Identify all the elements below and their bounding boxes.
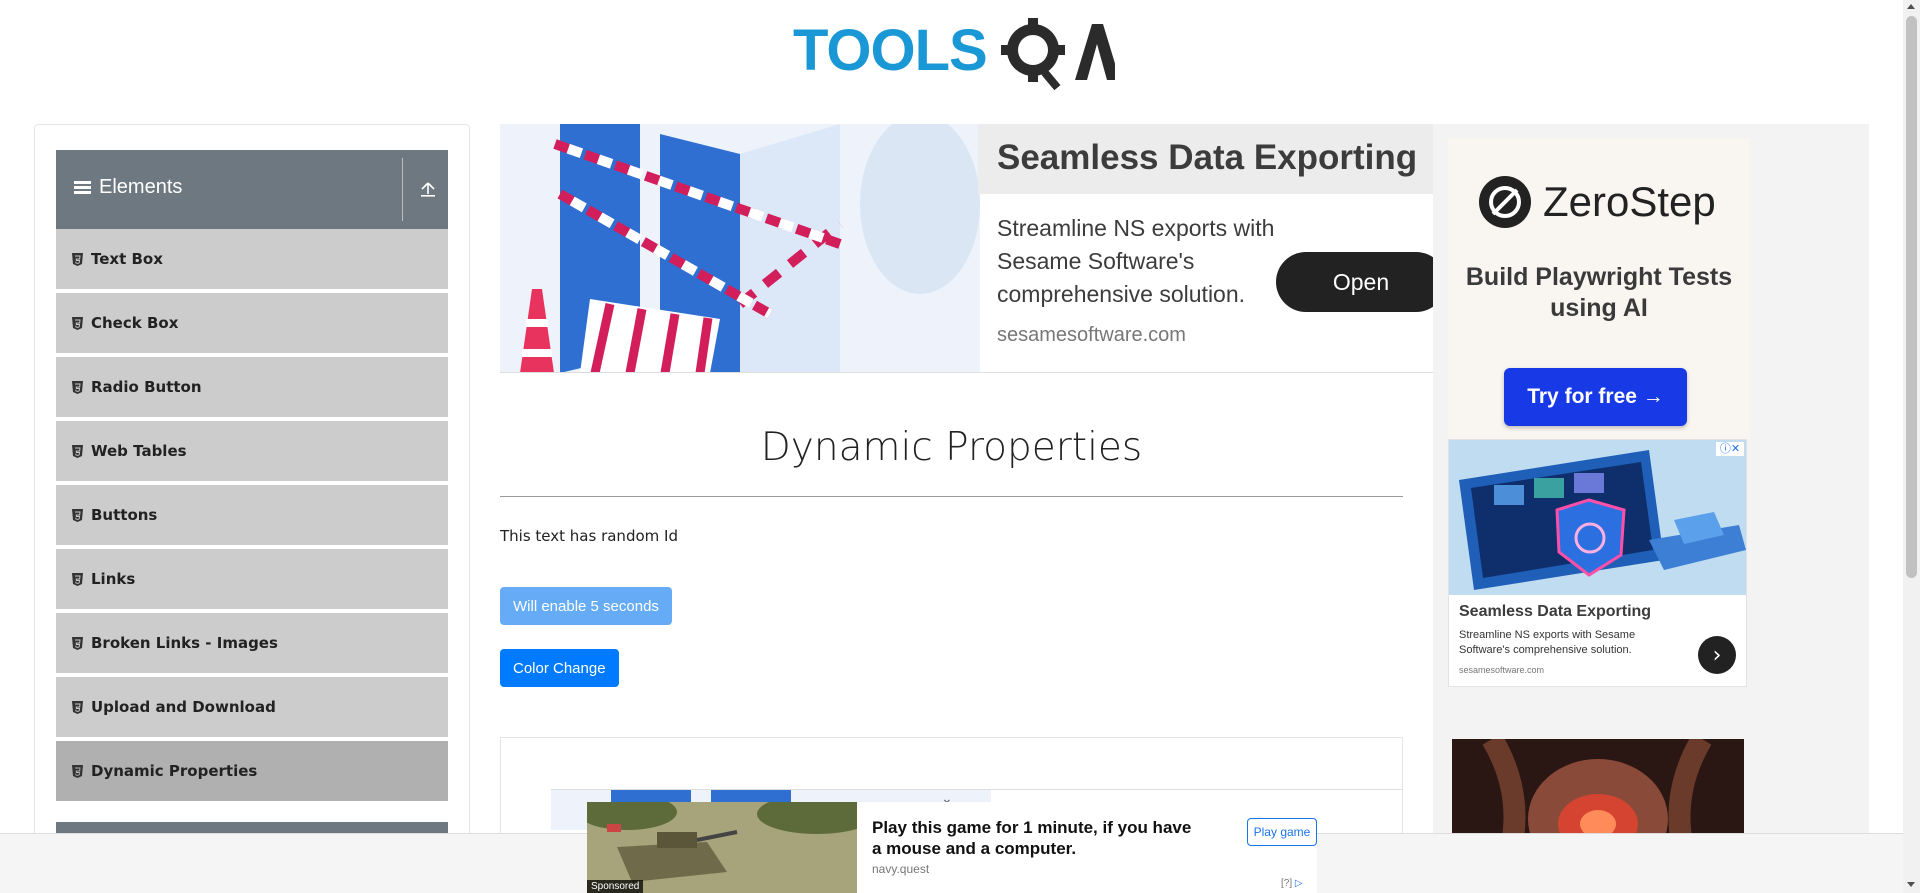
sidebar-item-label: Dynamic Properties	[91, 762, 258, 780]
play-game-button[interactable]: Play game	[1247, 818, 1317, 846]
html5-icon	[72, 444, 83, 458]
logo-qa-gear-icon	[1001, 18, 1115, 90]
enable-after-button[interactable]: Will enable 5 seconds	[500, 587, 672, 625]
banner-ad[interactable]: Seamless Data Exporting Streamline NS ex…	[500, 124, 1446, 373]
sidebar-item-links[interactable]: Links	[56, 549, 448, 611]
toolsqa-logo[interactable]: TOOLS	[793, 16, 1115, 90]
card-next-icon[interactable]: ›	[1698, 636, 1736, 674]
html5-icon	[72, 316, 83, 330]
sidebar-item-label: Check Box	[91, 314, 179, 332]
html5-icon	[72, 508, 83, 522]
header-divider	[402, 158, 403, 221]
zerostep-logo: ZeroStep	[1479, 176, 1716, 228]
banner-domain[interactable]: sesamesoftware.com	[997, 324, 1186, 347]
banner-headline: Seamless Data Exporting	[997, 138, 1418, 177]
banner-illustration	[500, 124, 980, 372]
sidebar-item-broken-links[interactable]: Broken Links - Images	[56, 613, 448, 675]
banner-body: Streamline NS exports with Sesame Softwa…	[997, 215, 1275, 307]
zerostep-subtitle: Build Playwright Tests using AI	[1465, 263, 1733, 322]
sidebar-item-label: Radio Button	[91, 378, 202, 396]
sidebar-item-buttons[interactable]: Buttons	[56, 485, 448, 547]
adchoices-icon: ▷	[1294, 878, 1303, 889]
sticky-ad[interactable]: Sponsored Play this game for 1 minute, i…	[587, 802, 1317, 893]
random-id-text: This text has random Id	[500, 527, 678, 545]
group-title: Elements	[74, 176, 182, 199]
sidebar-item-label: Upload and Download	[91, 698, 276, 716]
page-scrollbar[interactable]	[1903, 0, 1920, 893]
scroll-thumb[interactable]	[1906, 16, 1917, 578]
scroll-up-icon[interactable]	[1907, 4, 1915, 9]
sidebar-item-label: Text Box	[91, 250, 163, 268]
right-ad-column: ZeroStep Build Playwright Tests using AI…	[1433, 124, 1869, 844]
hamburger-icon	[74, 181, 91, 194]
sidebar-item-label: Links	[91, 570, 136, 588]
card-body: Streamline NS exports with Sesame Softwa…	[1459, 629, 1636, 656]
zerostep-ad[interactable]: ZeroStep Build Playwright Tests using AI…	[1448, 138, 1750, 440]
banner-open-button[interactable]: Open	[1276, 252, 1446, 312]
laptop-security-illustration	[1449, 440, 1746, 595]
try-for-free-button[interactable]: Try for free →	[1504, 368, 1687, 426]
sticky-ad-headline: Play this game for 1 minute, if you have…	[872, 818, 1192, 858]
html5-icon	[72, 252, 83, 266]
card-domain: sesamesoftware.com	[1459, 665, 1545, 675]
group-header-elements[interactable]: Elements	[56, 150, 448, 229]
html5-icon	[72, 764, 83, 778]
zerostep-logo-icon	[1479, 176, 1531, 228]
sticky-ad-domain: navy.quest	[872, 862, 930, 876]
title-divider	[500, 496, 1403, 497]
knee-pain-ad-image[interactable]	[1452, 739, 1744, 844]
adchoices-icon[interactable]: ⓘ✕	[1716, 442, 1744, 456]
sponsored-label: Sponsored	[587, 880, 644, 893]
html5-icon	[72, 380, 83, 394]
sidebar-item-label: Buttons	[91, 506, 158, 524]
sidebar-item-check-box[interactable]: Check Box	[56, 293, 448, 355]
collapse-up-icon[interactable]	[419, 180, 437, 198]
sesame-card-ad[interactable]: ⓘ✕ Seamless Data Exporting Streamline NS…	[1448, 439, 1747, 687]
sidebar-item-label: Web Tables	[91, 442, 187, 460]
logo-word: TOOLS	[793, 18, 988, 83]
page-title: Dynamic Properties	[760, 425, 1143, 470]
sidebar-item-upload-download[interactable]: Upload and Download	[56, 677, 448, 739]
sidebar-item-web-tables[interactable]: Web Tables	[56, 421, 448, 483]
sidebar-item-dynamic-properties[interactable]: Dynamic Properties	[56, 741, 448, 803]
zerostep-brand: ZeroStep	[1543, 178, 1716, 225]
html5-icon	[72, 572, 83, 586]
tank-game-image: Sponsored	[587, 802, 857, 893]
sidebar-item-label: Broken Links - Images	[91, 634, 278, 652]
html5-icon	[72, 636, 83, 650]
ad-info-link[interactable]: [?] ▷	[1281, 878, 1303, 889]
group-title-label: Elements	[99, 176, 183, 198]
color-change-button[interactable]: Color Change	[500, 649, 619, 687]
ad-info-text: [?]	[1281, 878, 1293, 889]
html5-icon	[72, 700, 83, 714]
card-title: Seamless Data Exporting	[1459, 603, 1652, 620]
scroll-down-icon[interactable]	[1907, 882, 1915, 887]
left-sidebar: Elements Text Box Check Box Radio Button…	[34, 124, 470, 844]
sidebar-item-radio-button[interactable]: Radio Button	[56, 357, 448, 419]
sidebar-item-text-box[interactable]: Text Box	[56, 229, 448, 291]
